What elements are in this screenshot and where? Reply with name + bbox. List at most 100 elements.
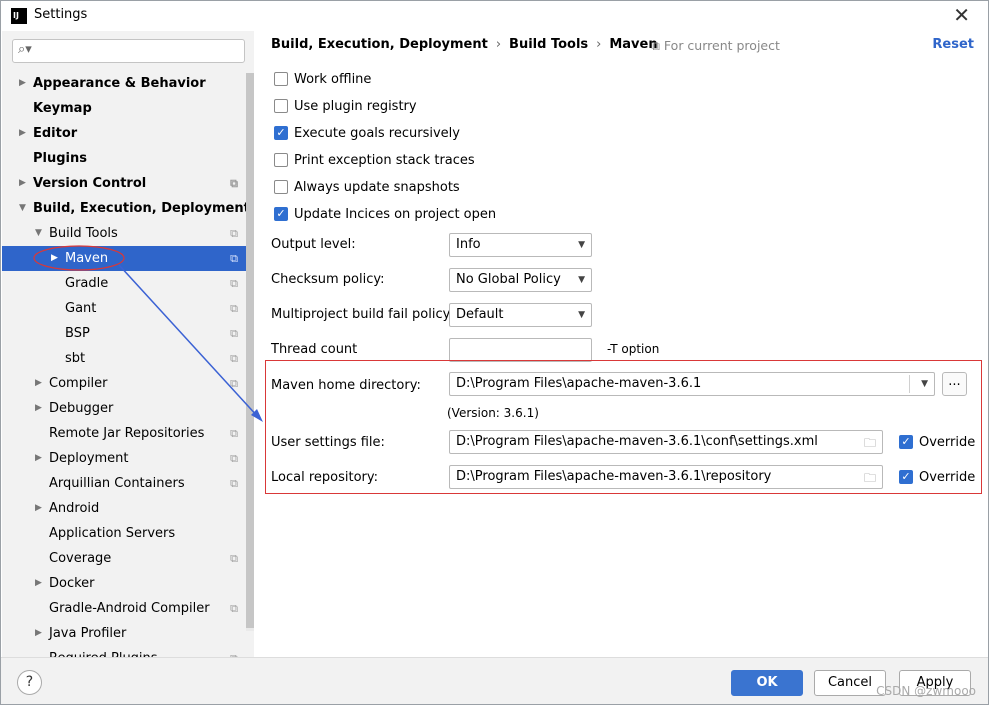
tree-item-appearance-behavior[interactable]: ▶ Appearance & Behavior: [2, 71, 246, 96]
scope-text: For current project: [663, 38, 780, 53]
tree-item-application-servers[interactable]: Application Servers: [2, 521, 246, 546]
tree-item-label: Compiler: [49, 376, 108, 391]
breadcrumb: Build, Execution, Deployment › Build Tools…: [271, 37, 658, 52]
checkbox-label: Always update snapshots: [294, 180, 460, 195]
ok-button[interactable]: OK: [731, 670, 803, 696]
thread-count-input[interactable]: [449, 338, 592, 362]
tree-item-label: Build, Execution, Deployment: [33, 201, 250, 216]
project-scope-icon: ⧉: [230, 427, 238, 440]
chevron-down-icon: ▼: [578, 240, 585, 250]
tree-item-remote-jar-repositories[interactable]: Remote Jar Repositories ⧉: [2, 421, 246, 446]
tree-item-label: Keymap: [33, 101, 92, 116]
checkbox[interactable]: ✓: [274, 126, 288, 140]
tree-item-build-execution-deployment[interactable]: ▼ Build, Execution, Deployment: [2, 196, 250, 221]
help-button[interactable]: ?: [17, 670, 42, 695]
output-level-label: Output level:: [271, 237, 356, 252]
project-scope-icon: ⧉: [230, 177, 238, 190]
collapsed-arrow-icon[interactable]: ▶: [19, 121, 26, 146]
sidebar-scrollbar-thumb[interactable]: [246, 73, 254, 628]
close-icon[interactable]: ✕: [953, 3, 970, 27]
checkbox[interactable]: [274, 72, 288, 86]
tree-item-deployment[interactable]: ▶ Deployment ⧉: [2, 446, 246, 471]
tree-item-debugger[interactable]: ▶ Debugger: [2, 396, 246, 421]
collapsed-arrow-icon[interactable]: ▶: [19, 171, 26, 196]
checksum-policy-select[interactable]: No Global Policy ▼: [449, 268, 592, 292]
tree-item-label: Android: [49, 501, 100, 516]
tree-item-coverage[interactable]: Coverage ⧉: [2, 546, 246, 571]
checkbox[interactable]: [274, 99, 288, 113]
folder-icon[interactable]: 🗀: [864, 469, 876, 490]
collapsed-arrow-icon[interactable]: ▶: [35, 371, 42, 396]
checkbox[interactable]: [274, 153, 288, 167]
override-checkbox[interactable]: ✓: [899, 470, 913, 484]
combo-separator: [909, 375, 910, 393]
tree-item-label: Coverage: [49, 551, 112, 566]
tree-item-label: Plugins: [33, 151, 87, 166]
tree-item-label: Docker: [49, 576, 95, 591]
checkbox[interactable]: [274, 180, 288, 194]
folder-icon[interactable]: 🗀: [864, 434, 876, 455]
tree-item-plugins[interactable]: Plugins: [2, 146, 246, 171]
project-scope-icon: ⧉: [230, 252, 238, 265]
collapsed-arrow-icon[interactable]: ▶: [51, 246, 58, 271]
tree-item-required-plugins[interactable]: Required Plugins ⧉: [2, 646, 246, 657]
tree-item-gradle[interactable]: Gradle ⧉: [2, 271, 246, 296]
multiproject-policy-value: Default: [456, 307, 504, 322]
tree-item-label: Gradle: [65, 276, 109, 291]
user-settings-input[interactable]: D:\Program Files\apache-maven-3.6.1\conf…: [449, 430, 883, 454]
collapsed-arrow-icon[interactable]: ▶: [35, 446, 42, 471]
search-input[interactable]: ⌕▾: [12, 39, 245, 63]
project-scope-icon: ⧉: [230, 646, 238, 657]
override-label: Override: [919, 470, 976, 485]
collapsed-arrow-icon[interactable]: ▶: [35, 396, 42, 421]
maven-home-label: Maven home directory:: [271, 378, 421, 393]
breadcrumb-separator: ›: [596, 37, 602, 52]
chevron-down-icon: ▼: [921, 379, 928, 389]
checkbox-label: Execute goals recursively: [294, 126, 460, 141]
tree-item-docker[interactable]: ▶ Docker: [2, 571, 246, 596]
chevron-down-icon: ▼: [578, 310, 585, 320]
tree-item-java-profiler[interactable]: ▶ Java Profiler: [2, 621, 246, 646]
browse-maven-home-button[interactable]: ...: [942, 372, 967, 396]
override-checkbox[interactable]: ✓: [899, 435, 913, 449]
tree-item-android[interactable]: ▶ Android: [2, 496, 246, 521]
output-level-select[interactable]: Info ▼: [449, 233, 592, 257]
project-scope-icon: ⧉: [230, 352, 238, 365]
breadcrumb-build-execution[interactable]: Build, Execution, Deployment: [271, 37, 488, 52]
collapsed-arrow-icon[interactable]: ▶: [19, 71, 26, 96]
project-scope-icon: ⧉: [230, 452, 238, 465]
tree-item-bsp[interactable]: BSP ⧉: [2, 321, 246, 346]
expanded-arrow-icon[interactable]: ▼: [35, 221, 42, 246]
collapsed-arrow-icon[interactable]: ▶: [35, 496, 42, 521]
local-repository-input[interactable]: D:\Program Files\apache-maven-3.6.1\repo…: [449, 465, 883, 489]
collapsed-arrow-icon[interactable]: ▶: [35, 621, 42, 646]
tree-item-version-control[interactable]: ▶ Version Control ⧉: [2, 171, 246, 196]
dialog-footer: ? OK Cancel Apply CSDN @zwmooo: [1, 657, 988, 704]
tree-item-keymap[interactable]: Keymap: [2, 96, 246, 121]
collapsed-arrow-icon[interactable]: ▶: [35, 571, 42, 596]
tree-item-arquillian-containers[interactable]: Arquillian Containers ⧉: [2, 471, 246, 496]
tree-item-sbt[interactable]: sbt ⧉: [2, 346, 246, 371]
reset-link[interactable]: Reset: [932, 37, 974, 52]
thread-count-label: Thread count: [271, 342, 358, 357]
maven-home-select[interactable]: D:\Program Files\apache-maven-3.6.1 ▼: [449, 372, 935, 396]
tree-item-label: Application Servers: [49, 526, 176, 541]
tree-item-label: Java Profiler: [49, 626, 127, 641]
expanded-arrow-icon[interactable]: ▼: [19, 196, 26, 221]
settings-window: IJ Settings ✕ ⌕▾ ▶ Appearance & Behavior K…: [0, 0, 989, 705]
checkbox-label: Print exception stack traces: [294, 153, 475, 168]
window-title: Settings: [34, 7, 88, 22]
breadcrumb-build-tools[interactable]: Build Tools: [509, 37, 588, 52]
checkbox[interactable]: ✓: [274, 207, 288, 221]
tree-item-editor[interactable]: ▶ Editor: [2, 121, 246, 146]
tree-item-gradle-android-compiler[interactable]: Gradle-Android Compiler ⧉: [2, 596, 246, 621]
tree-item-maven[interactable]: ▶ Maven ⧉: [2, 246, 246, 271]
tree-item-gant[interactable]: Gant ⧉: [2, 296, 246, 321]
local-repository-label: Local repository:: [271, 470, 378, 485]
tree-item-compiler[interactable]: ▶ Compiler ⧉: [2, 371, 246, 396]
tree-item-build-tools[interactable]: ▼ Build Tools ⧉: [2, 221, 246, 246]
tree-item-label: Gant: [65, 301, 97, 316]
project-scope-icon: ⧉: [651, 38, 660, 53]
checkbox-label: Work offline: [294, 72, 372, 87]
multiproject-policy-select[interactable]: Default ▼: [449, 303, 592, 327]
